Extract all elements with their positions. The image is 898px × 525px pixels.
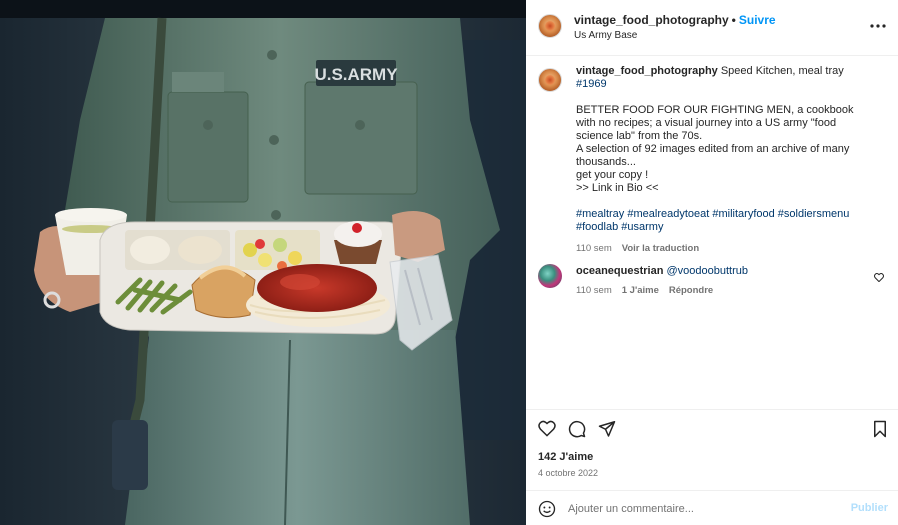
author-avatar[interactable] [538,14,562,38]
hashtag-link[interactable]: #mealtray [576,208,624,220]
heart-icon[interactable] [538,420,556,442]
commenter-avatar[interactable] [538,264,562,288]
caption-title-line: vintage_food_photography Speed Kitchen, … [576,65,876,91]
caption-time[interactable]: 110 sem [576,243,612,254]
action-bar [538,420,888,442]
commenter-username[interactable]: oceanequestrian [576,265,663,277]
comments-section[interactable]: vintage_food_photography Speed Kitchen, … [526,57,898,409]
caption-hashtags: #mealtray #mealreadytoeat #militaryfood … [576,208,876,234]
caption-line-2: A selection of 92 images edited from an … [576,143,850,168]
post-side-panel: vintage_food_photography • Suivre Us Army … [526,0,898,525]
hashtag-link[interactable]: #usarmy [621,221,663,233]
caption-year-hashtag[interactable]: #1969 [576,78,607,90]
comment-icon[interactable] [568,420,586,443]
reply-button[interactable]: Répondre [669,285,713,296]
photo-soldier-meal-tray: U.S.ARMY [0,0,526,525]
emoji-icon[interactable] [538,500,556,523]
caption-line-3: get your copy ! [576,169,649,181]
post-header: vintage_food_photography • Suivre Us Army … [526,0,898,56]
more-icon[interactable] [870,18,886,34]
follow-button[interactable]: Suivre [739,13,776,27]
comment-input[interactable] [568,500,838,518]
share-icon[interactable] [598,420,616,442]
comment-time[interactable]: 110 sem [576,285,612,296]
bookmark-icon[interactable] [872,420,888,443]
likes-count[interactable]: 142 J'aime [538,451,593,463]
caption-author-avatar[interactable] [538,68,562,92]
post-footer: 142 J'aime 4 octobre 2022 Publier [526,409,898,525]
add-comment-bar: Publier [526,490,898,525]
caption-body: vintage_food_photography Speed Kitchen, … [576,65,876,255]
translate-button[interactable]: Voir la traduction [622,243,699,254]
caption-line-1: BETTER FOOD FOR OUR FIGHTING MEN, a cook… [576,104,854,142]
hashtag-link[interactable]: #foodlab [576,221,618,233]
hashtag-link[interactable]: #mealreadytoeat [627,208,709,220]
hashtag-link[interactable]: #militaryfood [712,208,774,220]
post-location[interactable]: Us Army Base [574,30,637,41]
comment-likes[interactable]: 1 J'aime [622,285,659,296]
comment-meta: 110 sem 1 J'aime Répondre [576,285,866,296]
author-username[interactable]: vintage_food_photography [574,13,729,27]
caption-title: Speed Kitchen, meal tray [720,65,844,77]
post-photo[interactable]: U.S.ARMY [0,0,526,525]
header-user-line: vintage_food_photography • Suivre [574,13,776,27]
small-heart-icon[interactable] [874,269,884,287]
publish-button[interactable]: Publier [851,502,888,514]
hashtag-link[interactable]: #soldiersmenu [778,208,850,220]
comment-mention[interactable]: @voodoobuttrub [666,265,748,277]
caption-line-4: >> Link in Bio << [576,182,659,194]
post-date: 4 octobre 2022 [538,468,599,478]
caption-username[interactable]: vintage_food_photography [576,65,718,77]
svg-text:U.S.ARMY: U.S.ARMY [314,65,398,84]
caption-meta: 110 sem Voir la traduction [576,242,876,255]
comment-body: oceanequestrian @voodoobuttrub 110 sem 1 … [576,265,866,296]
separator-dot: • [731,13,736,27]
